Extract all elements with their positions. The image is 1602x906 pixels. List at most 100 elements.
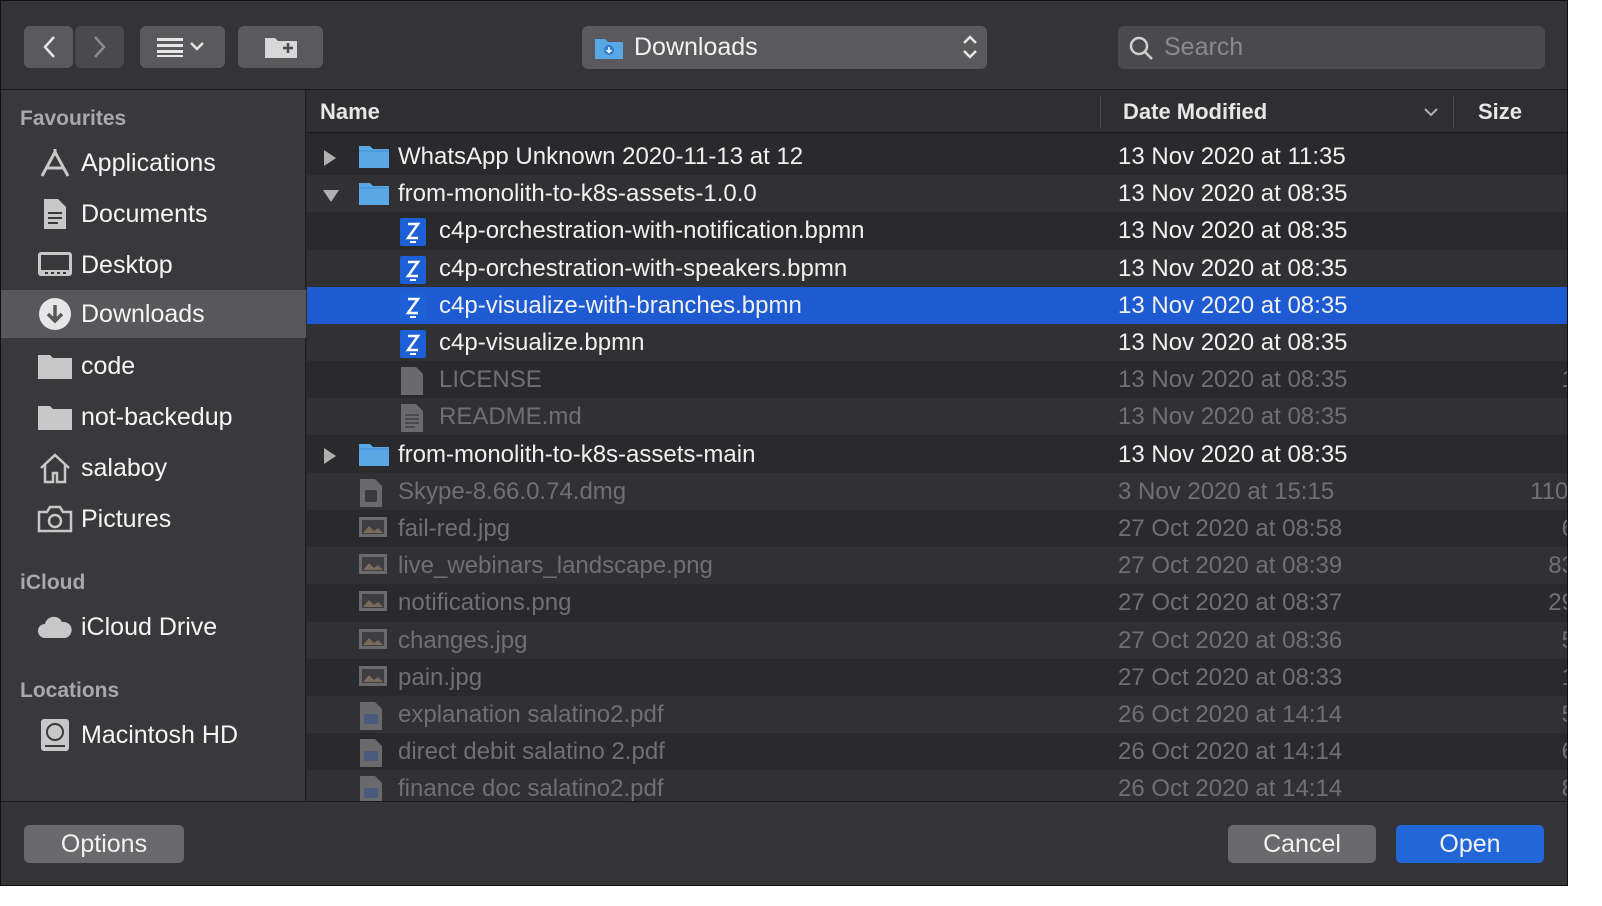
back-button[interactable] [24,26,73,68]
search-field[interactable] [1118,26,1545,69]
image-icon [358,627,388,658]
file-row[interactable]: c4p-orchestration-with-speakers.bpmn 13 N… [307,249,1567,287]
file-name: WhatsApp Unknown 2020-11-13 at 12 [398,143,804,170]
sidebar-section-favourites: Favourites [20,107,127,130]
column-separator[interactable] [1100,96,1101,128]
sidebar-item-icloud-drive[interactable]: iCloud Drive [1,604,306,650]
options-button[interactable]: Options [24,825,184,863]
file-row[interactable]: direct debit salatino 2.pdf 26 Oct 2020 a… [307,733,1567,770]
file-name: finance doc salatino2.pdf [398,775,664,801]
column-header: Name Date Modified Size [307,90,1567,133]
file-date: 13 Nov 2020 at 08:35 [1118,254,1348,282]
sidebar-item-downloads[interactable]: Downloads [1,290,306,338]
sidebar-item-pictures[interactable]: Pictures [1,496,306,542]
toolbar: Downloads [1,1,1567,90]
file-row[interactable]: Skype-8.66.0.74.dmg 3 Nov 2020 at 15:15 11… [307,472,1568,510]
file-row[interactable]: from-monolith-to-k8s-assets-main 13 Nov 2… [307,436,1567,473]
file-size: 1 [1562,366,1567,394]
sidebar-item-applications[interactable]: Applications [1,140,306,186]
location-popup[interactable]: Downloads [582,26,987,69]
file-row[interactable]: changes.jpg 27 Oct 2020 at 08:36 5 [307,621,1567,659]
open-button[interactable]: Open [1396,825,1544,863]
forward-button[interactable] [75,26,124,68]
disclosure-triangle-icon[interactable] [321,147,339,175]
file-row[interactable]: c4p-visualize-with-branches.bpmn 13 Nov 2… [307,286,1567,324]
file-row[interactable]: finance doc salatino2.pdf 26 Oct 2020 at … [307,770,1567,801]
sidebar-item-label: Applications [81,148,216,177]
file-row[interactable]: pain.jpg 27 Oct 2020 at 08:33 1 [307,659,1567,696]
disclosure-triangle-icon[interactable] [321,184,341,212]
file-name: fail-red.jpg [398,515,511,542]
file-date: 13 Nov 2020 at 11:35 [1118,143,1346,170]
file-name: explanation salatino2.pdf [398,701,664,728]
file-row[interactable]: c4p-visualize.bpmn 13 Nov 2020 at 08:35 [307,324,1567,361]
column-separator[interactable] [1453,96,1454,128]
file-row[interactable]: explanation salatino2.pdf 26 Oct 2020 at … [307,696,1567,733]
cloud-icon [37,609,73,645]
disclosure-triangle-icon[interactable] [321,445,339,473]
file-size: 110. [1530,477,1568,505]
cancel-button[interactable]: Cancel [1228,825,1376,863]
chevron-left-icon [42,36,55,58]
file-date: 26 Oct 2020 at 14:14 [1118,775,1343,801]
file-size: 6 [1562,738,1567,766]
file-row[interactable]: live_webinars_landscape.png 27 Oct 2020 a… [307,547,1567,585]
sidebar-item-label: code [81,351,136,380]
file-name: Skype-8.66.0.74.dmg [398,477,627,505]
sidebar-item-code[interactable]: code [1,343,306,389]
dialog-footer: Options Cancel Open [1,801,1567,885]
sidebar-item-macintosh-hd[interactable]: Macintosh HD [1,712,306,758]
file-row[interactable]: c4p-orchestration-with-notification.bpmn… [307,212,1567,249]
file-name: c4p-orchestration-with-speakers.bpmn [439,254,848,282]
home-icon [37,450,73,486]
file-name: LICENSE [439,366,542,394]
sidebar-item-not-backedup[interactable]: not-backedup [1,394,306,440]
sidebar-item-label: iCloud Drive [81,612,218,641]
file-date: 27 Oct 2020 at 08:39 [1118,552,1343,580]
file-size: 8 [1562,775,1567,801]
downloads-folder-icon [595,38,623,59]
file-row[interactable]: from-monolith-to-k8s-assets-1.0.0 13 Nov … [307,175,1567,213]
file-date: 27 Oct 2020 at 08:37 [1118,589,1343,617]
file-row[interactable]: WhatsApp Unknown 2020-11-13 at 12 13 Nov … [307,138,1567,175]
file-size: 1 [1562,664,1567,692]
image-icon [358,589,388,620]
file-date: 13 Nov 2020 at 08:35 [1118,440,1348,468]
folder-icon [37,399,73,435]
column-date-header[interactable]: Date Modified [1123,99,1267,125]
file-row[interactable]: LICENSE 13 Nov 2020 at 08:35 1 [307,361,1567,398]
file-name: c4p-orchestration-with-notification.bpmn [439,217,865,245]
column-name-header[interactable]: Name [320,99,380,125]
file-row[interactable]: fail-red.jpg 27 Oct 2020 at 08:58 6 [307,510,1567,547]
search-input[interactable] [1162,32,1526,63]
image-icon [358,552,388,583]
column-size-header[interactable]: Size [1478,99,1522,125]
downloads-icon [37,296,73,332]
sidebar-item-desktop[interactable]: Desktop [1,242,306,288]
sidebar-item-label: Documents [81,199,208,228]
hard-drive-icon [37,717,73,753]
file-row[interactable]: notifications.png 27 Oct 2020 at 08:37 29 [307,584,1567,621]
file-row[interactable]: README.md 13 Nov 2020 at 08:35 [307,398,1567,436]
file-size: 29 [1548,589,1567,617]
image-icon [358,664,388,695]
list-view-icon [156,38,204,57]
file-date: 13 Nov 2020 at 08:35 [1118,291,1348,319]
view-options-button[interactable] [140,26,225,68]
file-name: from-monolith-to-k8s-assets-main [398,440,756,468]
file-size: 83 [1548,552,1567,580]
chevron-right-icon [93,36,106,58]
sidebar-item-label: Downloads [81,299,205,328]
new-folder-icon [264,38,297,58]
sidebar-item-label: Desktop [81,250,173,279]
new-folder-button[interactable] [238,26,323,68]
file-date: 13 Nov 2020 at 08:35 [1118,217,1348,245]
open-file-dialog: Downloads Favourites Applications [0,0,1568,886]
sidebar-item-label: not-backedup [81,402,233,431]
file-name: README.md [439,403,582,431]
sidebar-item-label: Pictures [81,504,172,533]
sidebar-item-salaboy[interactable]: salaboy [1,445,306,491]
sidebar: Favourites Applications Documents Deskto… [1,90,306,801]
sidebar-item-documents[interactable]: Documents [1,191,306,237]
file-list[interactable]: Name Date Modified Size WhatsApp Unknown… [307,90,1568,801]
